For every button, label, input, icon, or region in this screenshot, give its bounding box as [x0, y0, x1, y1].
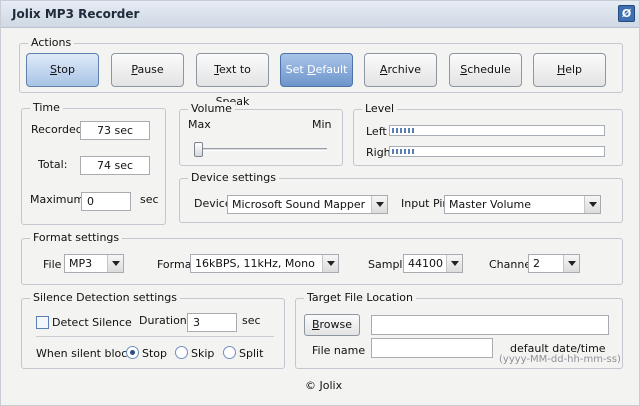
filename-label: File name	[312, 344, 366, 357]
sample-select[interactable]: 44100	[403, 254, 463, 273]
silence-detection-legend: Silence Detection settings	[30, 291, 180, 304]
format-select[interactable]: 16kBPS, 11kHz, Mono	[190, 254, 339, 273]
time-legend: Time	[30, 101, 63, 114]
device-label: Device	[194, 197, 232, 210]
chevron-down-icon[interactable]	[584, 196, 600, 213]
chevron-down-icon[interactable]	[371, 196, 387, 213]
copyright-text: © Jolix	[305, 379, 343, 392]
title-bar: Jolix MP3 Recorder Ø	[1, 1, 639, 28]
recorded-label: Recorded:	[31, 123, 87, 136]
browse-button[interactable]: Browse	[304, 314, 360, 336]
file-type-select-value: MP3	[69, 257, 93, 270]
default-datetime-format: (yyyy-MM-dd-hh-mm-ss)	[499, 354, 621, 365]
archive-button[interactable]: Archive	[364, 53, 437, 87]
left-level-meter	[389, 125, 605, 136]
volume-max-label: Max	[188, 118, 211, 131]
set-default-button-label: Set Default	[285, 63, 348, 76]
right-level-bars	[392, 149, 415, 154]
silence-separator	[36, 336, 274, 337]
recorded-value: 73 sec	[80, 121, 150, 140]
total-value: 74 sec	[80, 156, 150, 175]
duration-unit: sec	[242, 314, 261, 327]
pause-button[interactable]: Pause	[111, 53, 184, 87]
total-label: Total:	[38, 158, 68, 171]
target-location-legend: Target File Location	[304, 291, 416, 304]
skip-radio-label[interactable]: Skip	[191, 347, 214, 360]
left-level-bars	[392, 128, 415, 133]
schedule-button-label: Schedule	[460, 63, 511, 76]
input-pin-select-value: Master Volume	[449, 198, 531, 211]
right-level-meter	[389, 146, 605, 157]
window-menu-icon[interactable]: Ø	[618, 5, 635, 22]
level-left-label: Left	[366, 125, 387, 138]
device-settings-legend: Device settings	[188, 171, 279, 184]
input-pin-label: Input Pin	[401, 197, 450, 210]
set-default-button[interactable]: Set Default	[280, 53, 353, 87]
actions-legend: Actions	[28, 36, 75, 49]
detect-silence-checkbox[interactable]	[36, 316, 49, 329]
volume-slider-thumb[interactable]	[194, 142, 203, 157]
stop-radio-label[interactable]: Stop	[142, 347, 167, 360]
duration-input[interactable]: 3	[187, 313, 237, 332]
channel-select[interactable]: 2	[528, 254, 580, 273]
split-radio[interactable]	[223, 346, 236, 359]
maximum-label: Maximum:	[30, 193, 88, 206]
folder-path-input[interactable]	[371, 315, 609, 335]
stop-button-label: Stop	[49, 63, 75, 76]
format-settings-legend: Format settings	[30, 231, 123, 244]
help-button-label: Help	[556, 63, 583, 76]
chevron-down-icon[interactable]	[107, 255, 123, 272]
help-button[interactable]: Help	[533, 53, 606, 87]
text-to-speak-button[interactable]: Text to Speak	[196, 53, 269, 108]
maximum-input[interactable]: 0	[81, 192, 131, 211]
maximum-unit: sec	[140, 193, 159, 206]
archive-button-label: Archive	[379, 63, 422, 76]
volume-min-label: Min	[312, 118, 332, 131]
device-select-value: Microsoft Sound Mapper - Input	[232, 198, 369, 211]
stop-button[interactable]: Stop	[26, 53, 99, 87]
volume-legend: Volume	[188, 102, 235, 115]
schedule-button[interactable]: Schedule	[449, 53, 522, 87]
chevron-down-icon[interactable]	[446, 255, 462, 272]
device-select[interactable]: Microsoft Sound Mapper - Input	[227, 195, 388, 214]
when-silent-label: When silent block:	[36, 347, 138, 360]
skip-radio[interactable]	[175, 346, 188, 359]
browse-button-label: Browse	[311, 318, 353, 331]
window-title: Jolix MP3 Recorder	[12, 7, 140, 21]
sample-select-value: 44100	[408, 257, 443, 270]
format-select-value: 16kBPS, 11kHz, Mono	[195, 257, 315, 270]
pause-button-label: Pause	[131, 63, 164, 76]
volume-slider-track[interactable]	[197, 148, 327, 151]
filename-input[interactable]	[371, 338, 493, 358]
split-radio-label[interactable]: Split	[239, 347, 263, 360]
chevron-down-icon[interactable]	[563, 255, 579, 272]
channel-select-value: 2	[533, 257, 540, 270]
duration-label: Duration	[139, 314, 187, 327]
input-pin-select[interactable]: Master Volume	[444, 195, 601, 214]
app-window: Jolix MP3 Recorder Ø Actions Stop Pause …	[0, 0, 640, 406]
detect-silence-label[interactable]: Detect Silence	[52, 316, 132, 329]
file-format-label: File	[43, 258, 62, 271]
level-legend: Level	[362, 102, 398, 115]
chevron-down-icon[interactable]	[322, 255, 338, 272]
file-type-select[interactable]: MP3	[64, 254, 124, 273]
stop-radio[interactable]	[126, 346, 139, 359]
